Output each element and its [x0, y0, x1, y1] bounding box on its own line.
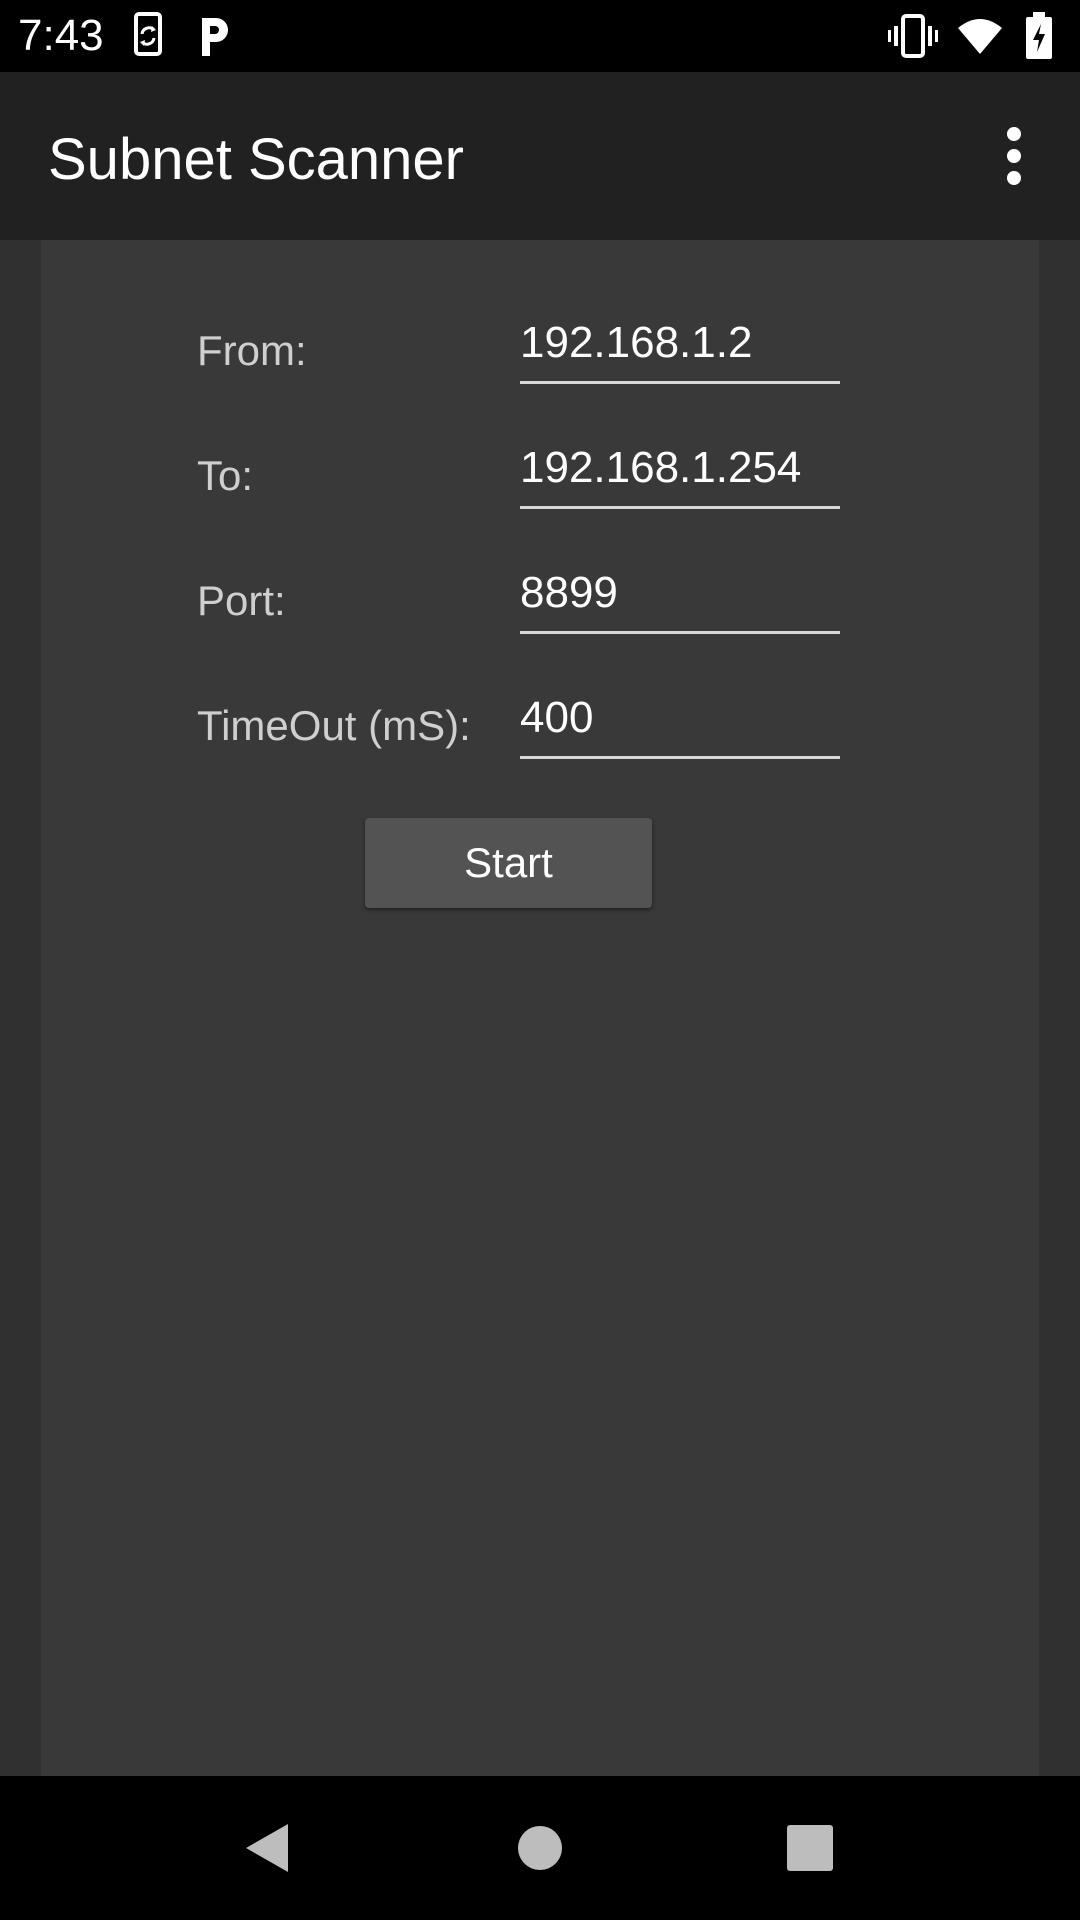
home-icon[interactable]: [498, 1806, 582, 1890]
scanner-form-panel: From: To: Port: TimeOut (mS): Start: [41, 240, 1039, 1776]
from-label: From:: [197, 327, 307, 374]
from-row: From:: [41, 290, 1039, 390]
port-label: Port:: [197, 577, 286, 624]
content-area: From: To: Port: TimeOut (mS): Start: [0, 240, 1080, 1776]
screen-rotate-icon: [134, 12, 162, 56]
port-row: Port:: [41, 540, 1039, 640]
timeout-input[interactable]: [520, 691, 840, 759]
overflow-menu-icon[interactable]: [990, 124, 1038, 188]
recents-icon[interactable]: [768, 1806, 852, 1890]
to-row: To:: [41, 415, 1039, 515]
app-title: Subnet Scanner: [48, 127, 464, 192]
navigation-bar: [0, 1776, 1080, 1920]
start-button[interactable]: Start: [365, 818, 652, 908]
port-input[interactable]: [520, 566, 840, 634]
to-ip-input[interactable]: [520, 441, 840, 509]
to-label: To:: [197, 452, 254, 499]
back-icon[interactable]: [226, 1806, 310, 1890]
battery-charging-icon: [1026, 12, 1052, 59]
status-time: 7:43: [18, 11, 104, 60]
wifi-icon: [958, 19, 1002, 54]
from-ip-input[interactable]: [520, 316, 840, 384]
status-bar: 7:43: [0, 0, 1080, 72]
timeout-row: TimeOut (mS):: [41, 665, 1039, 765]
vibrate-icon: [888, 14, 938, 58]
app-bar: Subnet Scanner: [0, 72, 1080, 240]
timeout-label: TimeOut (mS):: [197, 702, 471, 749]
parking-p-icon: [202, 18, 228, 56]
